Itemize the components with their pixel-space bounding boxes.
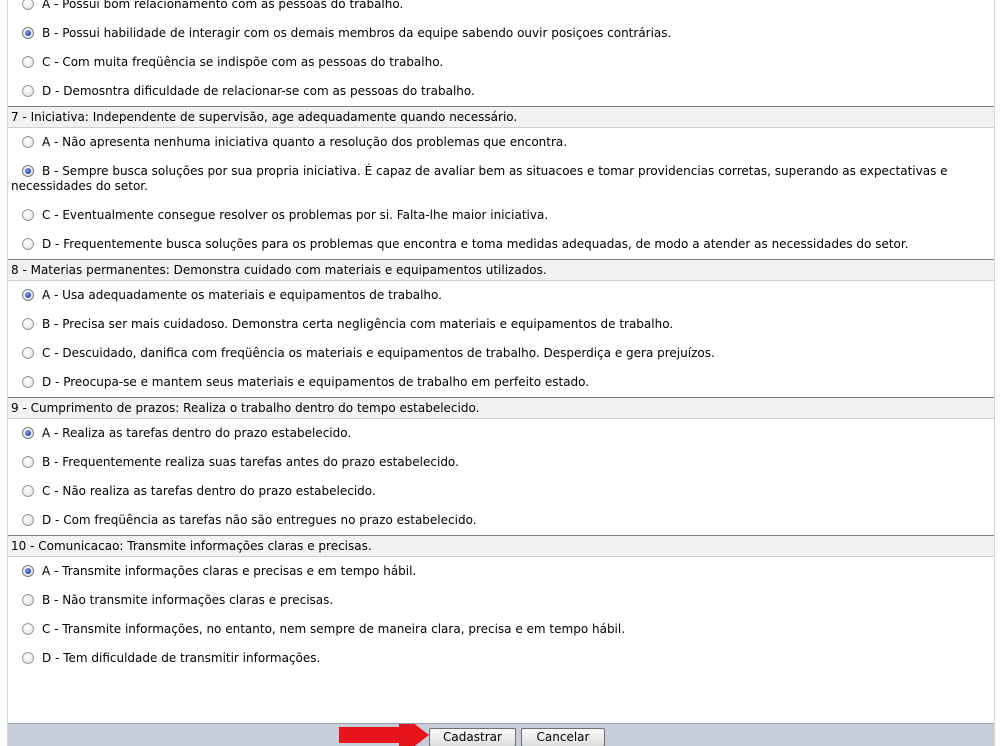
- option-7-d-label: D - Frequentemente busca soluções para o…: [42, 237, 909, 251]
- cadastrar-button[interactable]: Cadastrar: [429, 728, 516, 746]
- option-7-c[interactable]: C - Eventualmente consegue resolver os p…: [8, 201, 994, 230]
- option-7-d[interactable]: D - Frequentemente busca soluções para o…: [8, 230, 994, 259]
- radio-7-b[interactable]: [22, 165, 34, 177]
- option-6-a-label: A - Possui bom relacionamento com as pes…: [42, 0, 404, 11]
- option-6-c-label: C - Com muita freqüência se indispõe com…: [42, 55, 444, 69]
- question-8-header: 8 - Materias permanentes: Demonstra cuid…: [8, 259, 994, 281]
- radio-6-c[interactable]: [22, 56, 34, 68]
- option-9-d-label: D - Com freqüência as tarefas não são en…: [42, 513, 477, 527]
- radio-6-b[interactable]: [22, 27, 34, 39]
- radio-6-a[interactable]: [22, 0, 34, 10]
- radio-9-d[interactable]: [22, 514, 34, 526]
- radio-9-a[interactable]: [22, 427, 34, 439]
- question-10-header: 10 - Comunicacao: Transmite informações …: [8, 535, 994, 557]
- radio-8-d[interactable]: [22, 376, 34, 388]
- option-10-a[interactable]: A - Transmite informações claras e preci…: [8, 557, 994, 586]
- option-9-a[interactable]: A - Realiza as tarefas dentro do prazo e…: [8, 419, 994, 448]
- option-8-d-label: D - Preocupa-se e mantem seus materiais …: [42, 375, 590, 389]
- radio-10-c[interactable]: [22, 623, 34, 635]
- radio-6-d[interactable]: [22, 85, 34, 97]
- radio-8-b[interactable]: [22, 318, 34, 330]
- option-10-d[interactable]: D - Tem dificuldade de transmitir inform…: [8, 644, 994, 673]
- question-7-header: 7 - Iniciativa: Independente de supervis…: [8, 106, 994, 128]
- option-6-d-label: D - Demosntra dificuldade de relacionar-…: [42, 84, 475, 98]
- option-7-b[interactable]: B - Sempre busca soluções por sua propri…: [8, 157, 994, 201]
- option-8-d[interactable]: D - Preocupa-se e mantem seus materiais …: [8, 368, 994, 397]
- option-6-d[interactable]: D - Demosntra dificuldade de relacionar-…: [8, 77, 994, 106]
- option-8-a-label: A - Usa adequadamente os materiais e equ…: [42, 288, 442, 302]
- option-10-c-label: C - Transmite informações, no entanto, n…: [42, 622, 626, 636]
- radio-7-a[interactable]: [22, 136, 34, 148]
- option-10-b[interactable]: B - Não transmite informações claras e p…: [8, 586, 994, 615]
- option-9-a-label: A - Realiza as tarefas dentro do prazo e…: [42, 426, 352, 440]
- radio-10-d[interactable]: [22, 652, 34, 664]
- cancelar-button[interactable]: Cancelar: [521, 728, 605, 746]
- option-8-c-label: C - Descuidado, danifica com freqüência …: [42, 346, 715, 360]
- option-8-a[interactable]: A - Usa adequadamente os materiais e equ…: [8, 281, 994, 310]
- question-9-header: 9 - Cumprimento de prazos: Realiza o tra…: [8, 397, 994, 419]
- option-9-d[interactable]: D - Com freqüência as tarefas não são en…: [8, 506, 994, 535]
- form-actions-bar: Cadastrar Cancelar: [8, 723, 994, 746]
- option-8-c[interactable]: C - Descuidado, danifica com freqüência …: [8, 339, 994, 368]
- radio-10-a[interactable]: [22, 565, 34, 577]
- radio-7-d[interactable]: [22, 238, 34, 250]
- red-arrow-icon: [339, 724, 429, 746]
- option-8-b[interactable]: B - Precisa ser mais cuidadoso. Demonstr…: [8, 310, 994, 339]
- radio-7-c[interactable]: [22, 209, 34, 221]
- option-6-a[interactable]: A - Possui bom relacionamento com as pes…: [8, 0, 994, 19]
- option-6-b[interactable]: B - Possui habilidade de interagir com o…: [8, 19, 994, 48]
- option-6-b-label: B - Possui habilidade de interagir com o…: [42, 26, 672, 40]
- option-8-b-label: B - Precisa ser mais cuidadoso. Demonstr…: [42, 317, 674, 331]
- option-10-c[interactable]: C - Transmite informações, no entanto, n…: [8, 615, 994, 644]
- option-7-a-label: A - Não apresenta nenhuma iniciativa qua…: [42, 135, 568, 149]
- option-7-a[interactable]: A - Não apresenta nenhuma iniciativa qua…: [8, 128, 994, 157]
- radio-9-c[interactable]: [22, 485, 34, 497]
- radio-10-b[interactable]: [22, 594, 34, 606]
- option-9-b[interactable]: B - Frequentemente realiza suas tarefas …: [8, 448, 994, 477]
- option-7-c-label: C - Eventualmente consegue resolver os p…: [42, 208, 549, 222]
- option-9-b-label: B - Frequentemente realiza suas tarefas …: [42, 455, 459, 469]
- option-6-c[interactable]: C - Com muita freqüência se indispõe com…: [8, 48, 994, 77]
- option-9-c[interactable]: C - Não realiza as tarefas dentro do pra…: [8, 477, 994, 506]
- option-7-b-label: B - Sempre busca soluções por sua propri…: [11, 164, 948, 193]
- option-10-d-label: D - Tem dificuldade de transmitir inform…: [42, 651, 321, 665]
- radio-9-b[interactable]: [22, 456, 34, 468]
- radio-8-c[interactable]: [22, 347, 34, 359]
- evaluation-form: A - Possui bom relacionamento com as pes…: [7, 0, 995, 746]
- radio-8-a[interactable]: [22, 289, 34, 301]
- page-margin: [995, 0, 1007, 746]
- option-9-c-label: C - Não realiza as tarefas dentro do pra…: [42, 484, 376, 498]
- option-10-b-label: B - Não transmite informações claras e p…: [42, 593, 334, 607]
- option-10-a-label: A - Transmite informações claras e preci…: [42, 564, 417, 578]
